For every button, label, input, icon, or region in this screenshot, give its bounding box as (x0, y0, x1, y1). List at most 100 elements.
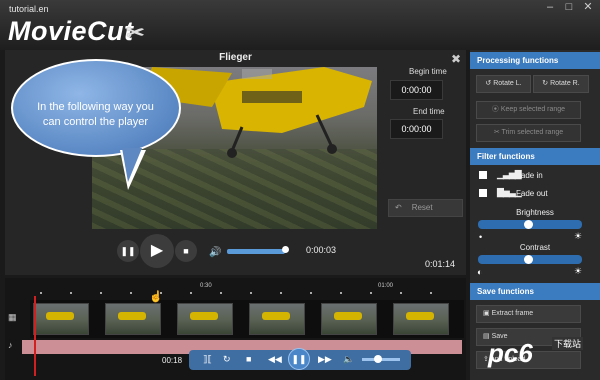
end-time-label: End time (413, 107, 445, 116)
timeline-position-time: 00:18 (162, 356, 183, 365)
video-thumbnail (249, 303, 305, 335)
volume-slider[interactable] (227, 249, 285, 254)
thumbnail-airplane (46, 312, 74, 320)
reset-button[interactable]: ↶ Reset (388, 199, 463, 217)
rotate-right-button[interactable]: ↻ Rotate R. (533, 75, 589, 93)
ruler-tick (250, 292, 252, 294)
brand-subtitle: tutorial.en (9, 4, 49, 14)
ruler-tick (370, 292, 372, 294)
volume-icon[interactable]: 🔊 (209, 247, 221, 258)
rewind-icon: ◀◀ (268, 354, 282, 364)
begin-time-field[interactable]: 0:00:00 (390, 80, 443, 100)
pause-icon: ❚❚ (120, 246, 136, 256)
processing-functions-header: Processing functions (470, 52, 600, 69)
app-logo: MovieCut ✂ (8, 16, 144, 46)
pause-button[interactable]: ❚❚ (117, 240, 139, 262)
fast-forward-button[interactable]: ▶▶ (318, 354, 332, 365)
tooltip-bubble-tail-fill (122, 148, 142, 182)
fade-out-label: Fade out (516, 189, 548, 198)
stop-button[interactable]: ■ (175, 240, 197, 262)
brightness-high-icon: ☀ (574, 231, 583, 241)
fast-forward-icon: ▶▶ (318, 354, 332, 364)
pause-small-icon: ❚❚ (291, 354, 307, 364)
mouse-cursor-icon: ☝ (149, 291, 163, 303)
thumbnail-airplane (334, 312, 362, 320)
ruler-tick (340, 292, 342, 294)
video-thumbnail (321, 303, 377, 335)
video-thumbnail (393, 303, 449, 335)
close-video-button[interactable]: ✖ (451, 52, 461, 66)
loop-button[interactable]: ↻ (223, 354, 231, 365)
reset-button-label: Reset (411, 203, 433, 212)
ruler-tick (400, 292, 402, 294)
bottom-pause-button[interactable]: ❚❚ (288, 348, 310, 370)
scissors-icon: ✂ (126, 20, 145, 45)
tooltip-text: In the following way you can control the… (37, 101, 154, 128)
extract-frame-button[interactable]: ▣ Extract frame (476, 305, 581, 323)
fade-in-checkbox[interactable] (479, 171, 487, 179)
contrast-low-icon: ◐ (477, 267, 483, 277)
ruler-tick (430, 292, 432, 294)
watermark-logo: pc6 (488, 338, 533, 368)
brightness-knob[interactable] (524, 220, 533, 229)
thumbnail-airplane (190, 312, 218, 320)
rotate-right-label: Rotate R. (550, 80, 580, 87)
ruler-tick (220, 292, 222, 294)
mark-in-out-button[interactable]: ⟧⟦ (203, 354, 212, 365)
frame-icon: ▣ (483, 310, 492, 317)
filter-functions-header: Filter functions (470, 148, 600, 165)
audio-track-icon: ♪ (8, 340, 13, 350)
timeline-playhead[interactable] (34, 296, 36, 376)
stop-icon: ■ (183, 246, 189, 256)
fade-in-label: Fade in (516, 171, 543, 180)
bracket-icon: ⟧⟦ (203, 354, 212, 364)
save-functions-header: Save functions (470, 283, 600, 300)
ruler-tick (280, 292, 282, 294)
tick-label-1-00: 01:00 (378, 283, 394, 289)
thumbnail-airplane (406, 312, 434, 320)
end-time-field[interactable]: 0:00:00 (390, 119, 443, 139)
rotate-left-label: Rotate L. (493, 80, 522, 87)
thumbnail-airplane (262, 312, 290, 320)
minimize-button[interactable]: – (542, 0, 558, 14)
film-strip-icon: ▦ (8, 312, 17, 322)
current-time: 0:00:03 (306, 245, 337, 255)
maximize-button[interactable]: □ (561, 0, 577, 14)
contrast-knob[interactable] (524, 255, 533, 264)
pin-icon: ⦿ (491, 106, 501, 113)
trim-selected-range-label: Trim selected range (501, 129, 564, 136)
bottom-stop-button[interactable]: ■ (246, 354, 251, 364)
close-window-button[interactable]: ✕ (580, 0, 596, 14)
bottom-volume-icon[interactable]: 🔈 (343, 354, 354, 365)
play-button[interactable]: ▶ (140, 234, 174, 268)
ruler-tick (130, 292, 132, 294)
play-icon: ▶ (150, 242, 164, 259)
bottom-volume-knob[interactable] (374, 355, 382, 363)
video-thumbnail (33, 303, 89, 335)
ruler-tick (40, 292, 42, 294)
rotate-right-icon: ↻ (542, 80, 551, 87)
ruler-tick (310, 292, 312, 294)
fade-out-checkbox[interactable] (479, 189, 487, 197)
keep-selected-range-button[interactable]: ⦿ Keep selected range (476, 101, 581, 119)
video-thumbnail (177, 303, 233, 335)
contrast-high-icon: ☀ (574, 266, 583, 276)
total-time: 0:01:14 (425, 259, 456, 269)
scissors-small-icon: ✂ (493, 129, 502, 136)
volume-knob[interactable] (282, 246, 289, 253)
loop-icon: ↻ (223, 354, 231, 364)
window-controls: – □ ✕ (542, 0, 596, 14)
ruler-tick (100, 292, 102, 294)
rotate-left-button[interactable]: ↺ Rotate L. (476, 75, 531, 93)
extract-frame-label: Extract frame (491, 310, 534, 317)
brightness-low-icon: • (479, 232, 483, 242)
contrast-label: Contrast (519, 243, 551, 252)
thumbnail-airplane (118, 312, 146, 320)
video-thumbnail (105, 303, 161, 335)
trim-selected-range-button[interactable]: ✂ Trim selected range (476, 124, 581, 142)
ruler-tick (70, 292, 72, 294)
ruler-tick (190, 292, 192, 294)
rewind-button[interactable]: ◀◀ (268, 354, 282, 365)
tick-label-0-30: 0:30 (200, 283, 212, 289)
brightness-label: Brightness (516, 208, 554, 217)
